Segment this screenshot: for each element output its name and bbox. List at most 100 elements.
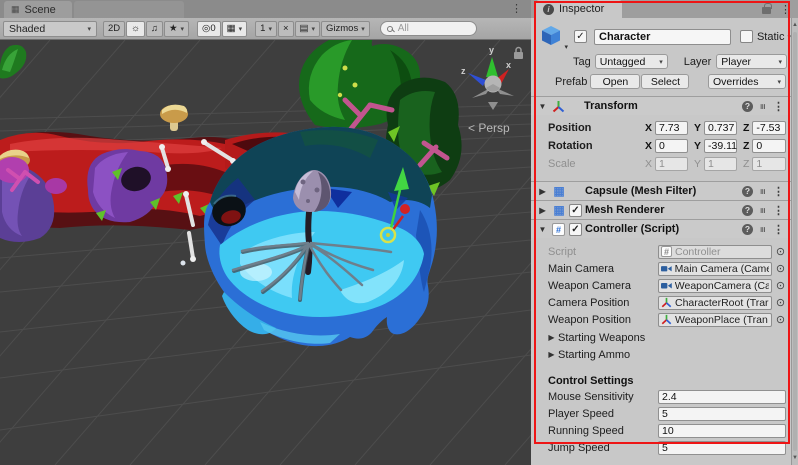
snap-toggle-button[interactable]: ×: [278, 21, 294, 37]
scrollbar-thumb[interactable]: [793, 32, 797, 451]
rotation-z-field[interactable]: 0: [752, 139, 786, 153]
camera-position-object-field[interactable]: CharacterRoot (Trar: [658, 296, 772, 310]
kebab-menu-icon[interactable]: ⋮: [773, 223, 784, 236]
position-y-field[interactable]: 0.737: [704, 121, 737, 135]
scene-search-input[interactable]: All: [380, 21, 477, 36]
scale-y-field[interactable]: 1: [704, 157, 737, 171]
scroll-up-icon[interactable]: ▲: [792, 22, 798, 28]
chevron-down-icon: ▾: [87, 25, 91, 33]
kebab-menu-icon[interactable]: ⋮: [773, 185, 784, 198]
controller-checkbox[interactable]: ✓: [569, 223, 582, 236]
scene-visibility-button[interactable]: ◎ 0: [197, 21, 221, 37]
camera-settings-dropdown[interactable]: ▤ ▾: [295, 21, 321, 37]
unity-editor: ▦ Scene ⋮ Shaded ▾ 2D ☼ ♫ ★ ▾ ◎ 0: [0, 0, 798, 465]
scene-toolbar: Shaded ▾ 2D ☼ ♫ ★ ▾ ◎ 0 ▦ ▾ 1 ▾: [0, 18, 531, 40]
audio-toggle-button[interactable]: ♫: [146, 21, 163, 37]
inspector-panel: i Inspector ⋮ ▾: [531, 0, 798, 465]
mesh-renderer-checkbox[interactable]: ✓: [569, 204, 582, 217]
object-picker-icon[interactable]: ⊙: [774, 262, 787, 275]
help-icon[interactable]: ?: [742, 205, 753, 216]
prefab-select-button[interactable]: Select: [641, 74, 689, 89]
gizmos-dropdown[interactable]: Gizmos ▾: [321, 21, 370, 37]
mesh-filter-header[interactable]: ▶ ▦ Capsule (Mesh Filter) ? ≡ ⋮: [531, 181, 791, 200]
controller-title: Controller (Script): [585, 223, 679, 235]
scene-menu-icon[interactable]: ⋮: [511, 2, 522, 15]
help-icon[interactable]: ?: [742, 101, 753, 112]
script-object-field[interactable]: # Controller: [658, 245, 772, 259]
position-row: Position X7.73 Y0.737 Z-7.53: [531, 120, 791, 135]
static-checkbox[interactable]: [740, 30, 753, 43]
object-picker-icon[interactable]: ⊙: [774, 279, 787, 292]
scale-x-field[interactable]: 1: [655, 157, 688, 171]
scene-canvas[interactable]: y x z < Persp: [0, 40, 531, 465]
2d-toggle-button[interactable]: 2D: [103, 21, 125, 37]
jump-speed-field[interactable]: 5: [658, 441, 786, 455]
foldout-icon: ▶: [545, 350, 558, 359]
rotation-x-field[interactable]: 0: [655, 139, 688, 153]
controller-header[interactable]: ▼ # ✓ Controller (Script) ? ≡ ⋮: [531, 219, 791, 238]
weapon-camera-object-field[interactable]: WeaponCamera (Ca: [658, 279, 772, 293]
inspector-menu-icon[interactable]: ⋮: [780, 3, 791, 16]
player-speed-field[interactable]: 5: [658, 407, 786, 421]
object-picker-icon[interactable]: ⊙: [774, 313, 787, 326]
running-speed-row: Running Speed 10: [531, 423, 791, 438]
foldout-icon[interactable]: ▼: [536, 102, 549, 111]
scroll-down-icon[interactable]: ▼: [792, 455, 798, 461]
jump-speed-row: Jump Speed 5: [531, 440, 791, 455]
rotation-row: Rotation X0 Y-39.11 Z0: [531, 138, 791, 153]
name-field[interactable]: Character: [594, 29, 731, 45]
layer-dropdown[interactable]: Player ▾: [716, 54, 787, 69]
player-speed-row: Player Speed 5: [531, 406, 791, 421]
mesh-renderer-icon: ▦: [552, 203, 566, 217]
main-camera-row: Main Camera Main Camera (Came ⊙: [531, 261, 791, 276]
kebab-menu-icon[interactable]: ⋮: [773, 100, 784, 113]
gameobject-icon[interactable]: ▾: [540, 24, 562, 49]
chevron-down-icon: ▾: [564, 43, 568, 51]
presets-icon[interactable]: ≡: [757, 100, 768, 112]
tab-inspector[interactable]: i Inspector: [536, 0, 622, 18]
starting-weapons-foldout[interactable]: ▶ Starting Weapons: [531, 330, 791, 345]
grid-visibility-dropdown[interactable]: ▦ ▾: [222, 21, 248, 37]
mesh-renderer-header[interactable]: ▶ ▦ ✓ Mesh Renderer ? ≡ ⋮: [531, 200, 791, 219]
static-label: Static: [757, 31, 785, 43]
prefab-open-button[interactable]: Open: [590, 74, 640, 89]
help-icon[interactable]: ?: [742, 224, 753, 235]
object-picker-icon[interactable]: ⊙: [774, 296, 787, 309]
mouse-sensitivity-field[interactable]: 2.4: [658, 390, 786, 404]
projection-label[interactable]: < Persp: [468, 121, 510, 135]
foldout-icon[interactable]: ▶: [536, 206, 549, 215]
presets-icon[interactable]: ≡: [757, 223, 768, 235]
hidden-count: 0: [210, 23, 215, 34]
position-x-field[interactable]: 7.73: [655, 121, 688, 135]
active-checkbox[interactable]: ✓: [574, 30, 587, 43]
effects-dropdown-button[interactable]: ★ ▾: [164, 21, 189, 37]
kebab-menu-icon[interactable]: ⋮: [773, 204, 784, 217]
help-icon[interactable]: ?: [742, 186, 753, 197]
foldout-icon[interactable]: ▼: [536, 225, 549, 234]
gizmo-x-handle[interactable]: [400, 204, 410, 214]
tag-dropdown[interactable]: Untagged ▾: [595, 54, 668, 69]
position-z-field[interactable]: -7.53: [752, 121, 786, 135]
presets-icon[interactable]: ≡: [757, 185, 768, 197]
foldout-icon[interactable]: ▶: [536, 187, 549, 196]
tab-scene[interactable]: ▦ Scene: [4, 1, 72, 18]
running-speed-field[interactable]: 10: [658, 424, 786, 438]
presets-icon[interactable]: ≡: [757, 204, 768, 216]
transform-header[interactable]: ▼ Transform ? ≡ ⋮: [531, 96, 791, 115]
weapon-position-object-field[interactable]: WeaponPlace (Tran: [658, 313, 772, 327]
chevron-down-icon: ▾: [312, 25, 316, 33]
draw-mode-dropdown[interactable]: Shaded ▾: [3, 21, 97, 37]
lock-icon[interactable]: [762, 7, 771, 14]
lighting-toggle-button[interactable]: ☼: [126, 21, 145, 37]
inspector-scrollbar[interactable]: ▲ ▼: [791, 18, 798, 465]
scene-tab-icon: ▦: [11, 4, 20, 15]
rotation-y-field[interactable]: -39.11: [704, 139, 737, 153]
starting-ammo-foldout[interactable]: ▶ Starting Ammo: [531, 347, 791, 362]
prefab-overrides-dropdown[interactable]: Overrides ▾: [708, 74, 786, 89]
scale-z-field[interactable]: 1: [752, 157, 786, 171]
mesh-filter-title: Capsule (Mesh Filter): [585, 185, 696, 197]
camera-icon: [661, 264, 672, 273]
snap-increment-dropdown[interactable]: 1 ▾: [255, 21, 277, 37]
main-camera-object-field[interactable]: Main Camera (Came: [658, 262, 772, 276]
object-picker-icon[interactable]: ⊙: [774, 245, 787, 258]
